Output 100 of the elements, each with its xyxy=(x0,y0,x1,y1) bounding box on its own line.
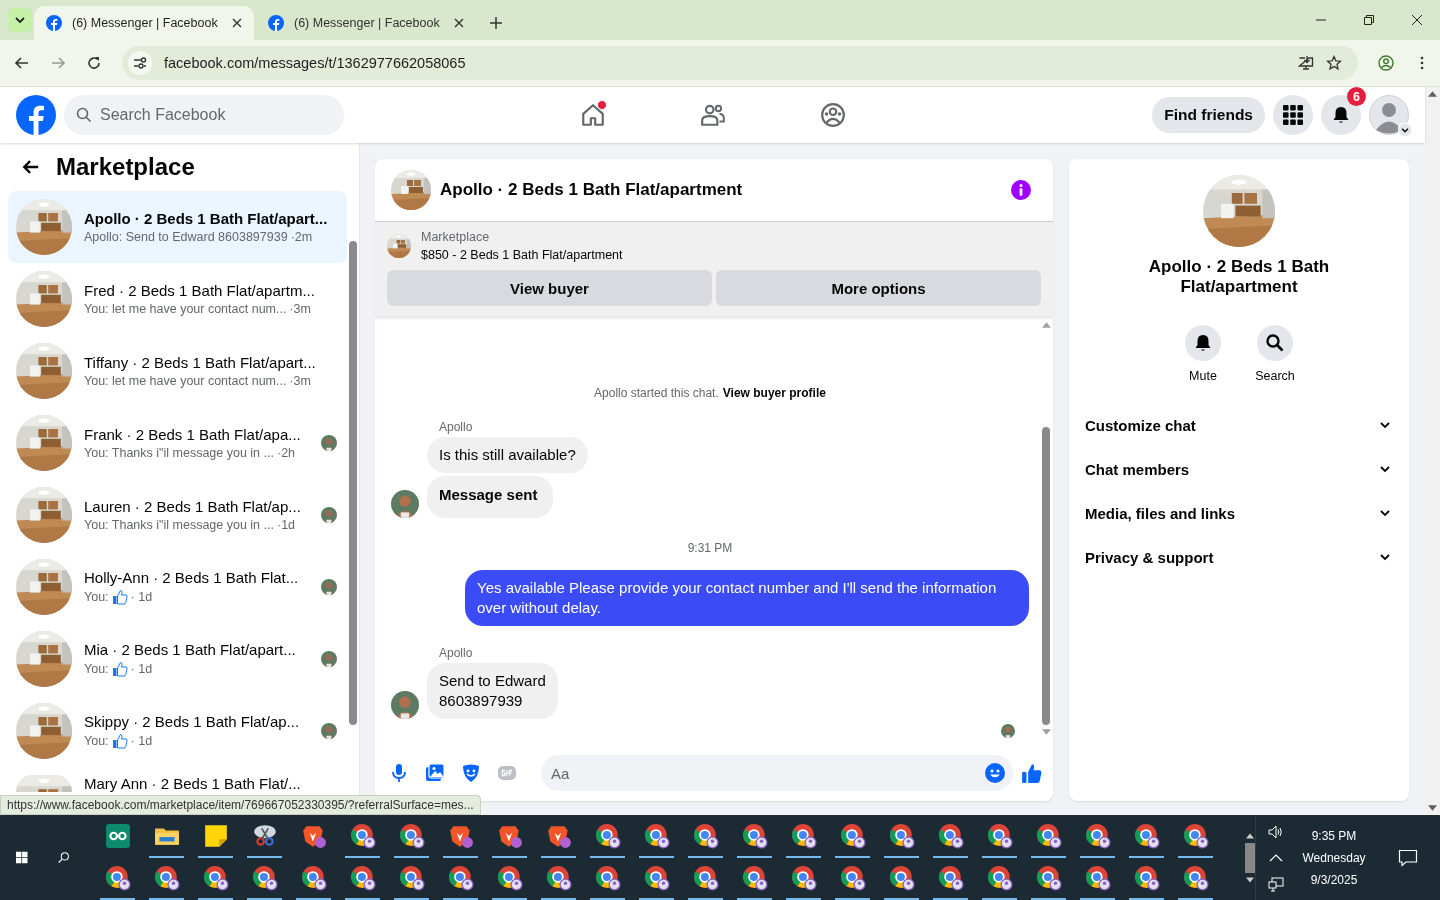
site-settings-icon[interactable] xyxy=(128,51,152,75)
address-bar[interactable]: facebook.com/messages/t/1362977662058065 xyxy=(122,46,1358,80)
browser-icon xyxy=(986,822,1013,849)
conversation-title: Mary Ann · 2 Beds 1 Bath Flat/... xyxy=(84,775,302,792)
back-icon[interactable] xyxy=(22,158,40,176)
close-icon[interactable] xyxy=(1411,14,1423,26)
profile-icon[interactable] xyxy=(1378,55,1394,71)
chat-started-note: Apollo started this chat. xyxy=(594,386,719,400)
conversation-item[interactable]: Holly-Ann · 2 Beds 1 Bath Flat... You: · 1d xyxy=(8,551,347,623)
browser-icon xyxy=(643,822,670,849)
friends-icon[interactable] xyxy=(700,102,726,128)
banner-label: Marketplace xyxy=(421,230,491,244)
conversation-item[interactable]: Lauren · 2 Beds 1 Bath Flat/ap... You: Thanks i"il message you in ... ·1d xyxy=(8,479,347,551)
facebook-icon xyxy=(46,15,62,31)
scrollbar-thumb[interactable] xyxy=(1245,842,1255,873)
thumbs-up-icon[interactable] xyxy=(1021,762,1043,784)
network-icon[interactable] xyxy=(1268,875,1284,892)
facebook-icon xyxy=(268,15,284,31)
browser-icon xyxy=(398,864,425,891)
scroll-down-icon[interactable] xyxy=(1428,805,1437,811)
scissors-icon xyxy=(251,822,278,849)
find-friends-button[interactable]: Find friends xyxy=(1152,97,1265,133)
browser-icon xyxy=(888,822,915,849)
tab-search-button[interactable] xyxy=(8,8,32,32)
browser-icon xyxy=(447,864,474,891)
conversation-item[interactable]: Tiffany · 2 Beds 1 Bath Flat/apart... You: let me have your contact num... ·3m xyxy=(8,335,347,407)
clock-time[interactable]: 9:35 PM xyxy=(1311,828,1357,843)
caret-icon[interactable] xyxy=(1398,123,1412,137)
windows-start-icon[interactable] xyxy=(16,849,28,866)
browser-icon xyxy=(1182,864,1209,891)
search-field[interactable]: Search Facebook xyxy=(64,95,344,135)
browser-icon xyxy=(643,864,670,891)
listing-title: $850 - 2 Beds 1 Bath Flat/apartment xyxy=(421,248,623,262)
conversation-item[interactable]: Mia · 2 Beds 1 Bath Flat/apart... You: · 1d xyxy=(8,623,347,695)
browser-icon xyxy=(1133,864,1160,891)
note-icon xyxy=(202,822,229,849)
search-icon[interactable] xyxy=(57,849,69,866)
close-icon[interactable] xyxy=(232,18,242,28)
message-preview: You: let me have your contact num... xyxy=(84,374,287,388)
sticker-icon[interactable] xyxy=(461,763,481,783)
section-header[interactable]: Chat members xyxy=(1085,447,1393,491)
info-icon[interactable] xyxy=(1011,180,1031,200)
conversation-item[interactable]: Fred · 2 Beds 1 Bath Flat/apartm... You: let me have your contact num... ·3m xyxy=(8,263,347,335)
back-icon[interactable] xyxy=(14,55,30,71)
browser-tab[interactable]: (6) Messenger | Facebook xyxy=(34,6,254,40)
browser-icon xyxy=(496,864,523,891)
scroll-up-icon[interactable] xyxy=(1246,832,1254,839)
browser-icon xyxy=(349,864,376,891)
browser-icon xyxy=(1133,822,1160,849)
forward-icon[interactable] xyxy=(50,55,66,71)
menu-button[interactable] xyxy=(1273,95,1313,135)
scrollbar-thumb[interactable] xyxy=(1042,427,1050,725)
section-header[interactable]: Privacy & support xyxy=(1085,535,1393,579)
action-button[interactable] xyxy=(1257,325,1293,361)
message-bubble: Message sent xyxy=(427,476,554,518)
reload-icon[interactable] xyxy=(86,55,102,71)
message-time: · 1d xyxy=(130,662,153,676)
message-time: ·1d xyxy=(276,518,296,532)
browser-icon xyxy=(300,864,327,891)
browser-icon xyxy=(1084,864,1111,891)
message-preview: You: let me have your contact num... xyxy=(84,302,287,316)
facebook-logo[interactable] xyxy=(16,95,56,135)
groups-icon[interactable] xyxy=(820,102,846,128)
browser-tab[interactable]: (6) Messenger | Facebook xyxy=(256,6,476,40)
scrollbar-thumb[interactable] xyxy=(349,241,357,725)
section-header[interactable]: Media, files and links xyxy=(1085,491,1393,535)
search-icon xyxy=(76,107,92,123)
buyer-profile-link[interactable]: View buyer profile xyxy=(722,386,826,400)
browser-icon xyxy=(349,822,376,849)
image-icon[interactable] xyxy=(425,763,445,783)
action-button[interactable] xyxy=(1185,325,1221,361)
conversation-item[interactable]: Apollo · 2 Beds 1 Bath Flat/apart... Apollo: Send to Edward 8603897939 ·2m xyxy=(8,191,347,263)
clock-date[interactable]: 9/3/2025 xyxy=(1310,872,1358,887)
emoji-icon[interactable] xyxy=(985,763,1005,783)
scroll-up-icon[interactable] xyxy=(1428,91,1437,97)
install-icon[interactable] xyxy=(1298,55,1314,71)
home-icon[interactable] xyxy=(580,102,606,128)
conversation-title: Tiffany · 2 Beds 1 Bath Flat/apart... xyxy=(84,354,317,371)
message-field[interactable]: Aa xyxy=(541,755,1013,791)
action-label: Search xyxy=(1255,369,1295,383)
conversation-item[interactable]: Frank · 2 Beds 1 Bath Flat/apa... You: Thanks i"il message you in ... ·2h xyxy=(8,407,347,479)
star-icon[interactable] xyxy=(1326,55,1342,71)
browser-icon xyxy=(741,864,768,891)
conversation-title: Holly-Ann · 2 Beds 1 Bath Flat... xyxy=(84,569,300,586)
notifications-icon[interactable] xyxy=(1398,847,1418,868)
scroll-down-icon[interactable] xyxy=(1246,876,1254,883)
close-icon[interactable] xyxy=(454,18,464,28)
microphone-icon[interactable] xyxy=(389,763,409,783)
banner-button[interactable]: More options xyxy=(716,270,1041,306)
sender-name: Apollo xyxy=(439,646,474,660)
bell-icon xyxy=(1331,105,1351,125)
speaker-icon[interactable] xyxy=(1268,823,1284,840)
new-tab-icon[interactable] xyxy=(490,17,502,29)
conversation-title: Lauren · 2 Beds 1 Bath Flat/ap... xyxy=(84,498,302,515)
restore-icon[interactable] xyxy=(1363,14,1375,26)
section-header[interactable]: Customize chat xyxy=(1085,403,1393,447)
banner-button[interactable]: View buyer xyxy=(387,270,712,306)
message-preview: You: xyxy=(84,734,109,748)
clock-day[interactable]: Wednesday xyxy=(1302,850,1366,865)
conversation-item[interactable]: Skippy · 2 Beds 1 Bath Flat/ap... You: · 1d xyxy=(8,695,347,767)
